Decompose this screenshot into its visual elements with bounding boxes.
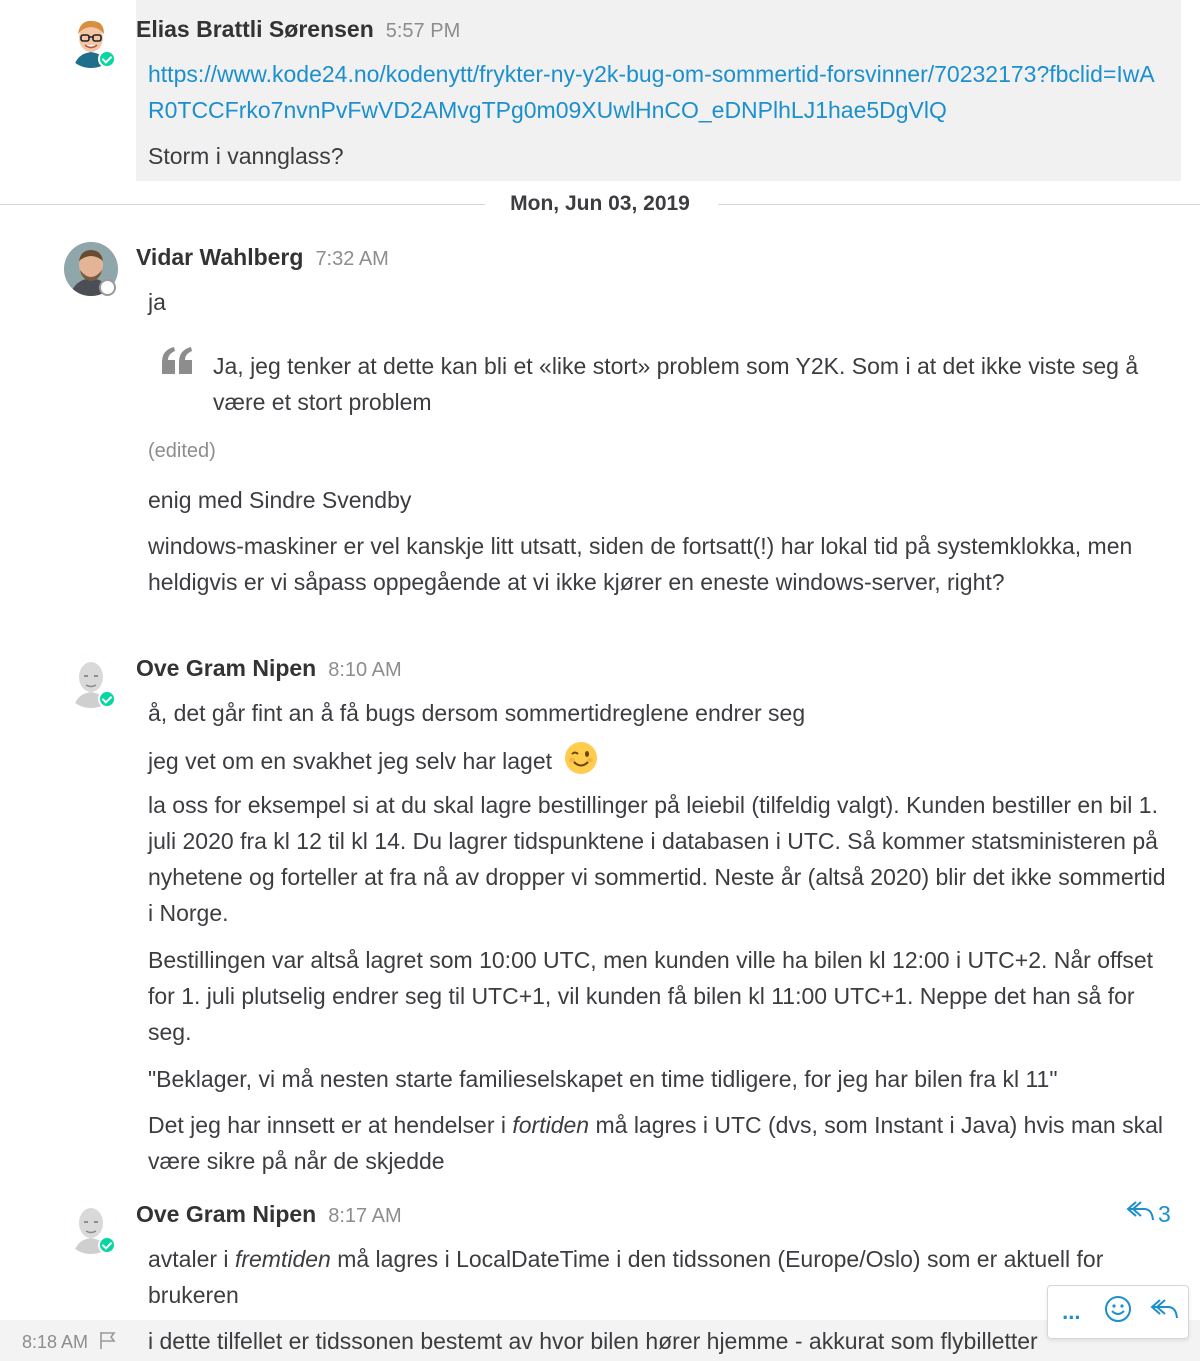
message-text: la oss for eksempel si at du skal lagre …	[148, 792, 1166, 926]
blockquote-text: Ja, jeg tenker at dette kan bli et «like…	[213, 353, 1139, 415]
author-name[interactable]: Ove Gram Nipen	[136, 1201, 316, 1228]
author-name[interactable]: Ove Gram Nipen	[136, 655, 316, 682]
post-header: Vidar Wahlberg 7:32 AM	[136, 244, 389, 274]
reply-count: 3	[1158, 1200, 1171, 1227]
message-text: "Beklager, vi må nesten starte familiese…	[148, 1066, 1058, 1092]
avatar-elias[interactable]	[64, 14, 118, 68]
date-separator: Mon, Jun 03, 2019	[0, 190, 1200, 222]
post-time[interactable]: 8:18 AM	[22, 1332, 88, 1353]
emoji-reaction-button[interactable]	[1100, 1294, 1136, 1330]
message-text-part: Det jeg har innsett er at hendelser i	[148, 1112, 513, 1138]
post-time[interactable]: 8:10 AM	[328, 659, 401, 682]
post-time[interactable]: 7:32 AM	[315, 248, 388, 271]
edited-indicator: (edited)	[148, 440, 216, 462]
date-label: Mon, Jun 03, 2019	[510, 192, 690, 215]
url-link[interactable]: https://www.kode24.no/kodenytt/frykter-n…	[148, 61, 1155, 123]
reply-button[interactable]	[1147, 1294, 1183, 1330]
message-text: enig med Sindre Svendby	[148, 487, 412, 513]
reply-count-button[interactable]: 3	[1126, 1199, 1171, 1229]
avatar-ove[interactable]	[64, 654, 118, 708]
message-text: jeg vet om en svakhet jeg selv har laget	[148, 741, 1168, 785]
message-text: Bestillingen var altså lagret som 10:00 …	[148, 947, 1154, 1045]
message-emphasis: fortiden	[512, 1112, 590, 1138]
reply-icon	[1126, 1200, 1158, 1228]
message-text-part: avtaler i	[148, 1246, 235, 1272]
message-text: Det jeg har innsett er at hendelser i fo…	[148, 1107, 1168, 1179]
offline-status-icon	[99, 279, 116, 296]
message-actions-toolbar: ...	[1047, 1285, 1189, 1339]
author-name[interactable]: Elias Brattli Sørensen	[136, 16, 374, 43]
message-link: https://www.kode24.no/kodenytt/frykter-n…	[148, 56, 1168, 128]
post-header: Elias Brattli Sørensen 5:57 PM	[136, 16, 460, 46]
message-text: i dette tilfellet er tidssonen bestemt a…	[148, 1328, 1038, 1354]
wink-emoji-icon	[564, 741, 598, 785]
quote-icon	[160, 344, 196, 378]
reply-icon	[1150, 1297, 1180, 1327]
more-actions-button[interactable]: ...	[1053, 1294, 1089, 1330]
message-text-content: jeg vet om en svakhet jeg selv har laget	[148, 748, 553, 774]
online-status-icon	[98, 690, 116, 708]
avatar-ove[interactable]	[64, 1200, 118, 1254]
flag-icon[interactable]	[88, 1330, 118, 1355]
post-time[interactable]: 8:17 AM	[328, 1205, 401, 1228]
avatar-vidar[interactable]	[64, 242, 118, 296]
message-text: å, det går fint an å få bugs dersom somm…	[148, 700, 806, 726]
post-time[interactable]: 5:57 PM	[386, 20, 460, 43]
online-status-icon	[98, 50, 116, 68]
author-name[interactable]: Vidar Wahlberg	[136, 244, 303, 271]
message-text: avtaler i fremtiden må lagres i LocalDat…	[148, 1241, 1168, 1313]
message-emphasis: fremtiden	[234, 1246, 331, 1272]
hover-timestamp: 8:18 AM	[22, 1330, 118, 1355]
emoji-icon	[1104, 1295, 1132, 1329]
message-text: Storm i vannglass?	[148, 143, 344, 169]
message-text: windows-maskiner er vel kanskje litt uts…	[148, 533, 1133, 595]
message-text: ja	[148, 289, 166, 315]
post-header: Ove Gram Nipen 8:10 AM	[136, 655, 402, 685]
online-status-icon	[98, 1236, 116, 1254]
post-header: Ove Gram Nipen 8:17 AM	[136, 1201, 402, 1231]
